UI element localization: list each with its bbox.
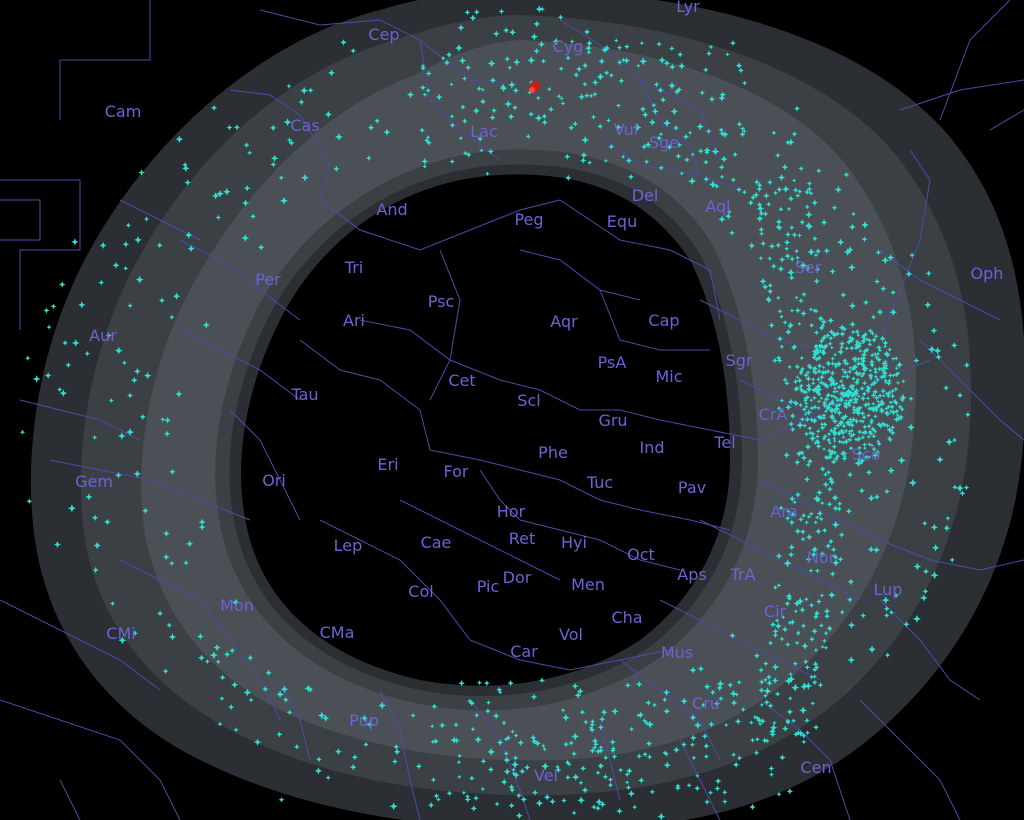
constellation-label-men[interactable]: Men — [571, 575, 605, 594]
constellation-label-lac[interactable]: Lac — [470, 122, 498, 141]
constellation-label-tau[interactable]: Tau — [290, 385, 318, 404]
constellation-label-cir[interactable]: Cir — [764, 602, 787, 621]
sky-map[interactable]: Lyr Cep Cyg Cam Cas Lac Vul Sge And Peg Equ Del Aql T… — [0, 0, 1024, 820]
constellation-label-cru[interactable]: Cru — [692, 694, 720, 713]
constellation-label-dor[interactable]: Dor — [503, 568, 532, 587]
constellation-label-sgr[interactable]: Sgr — [726, 351, 753, 370]
constellation-label-phe[interactable]: Phe — [538, 443, 568, 462]
constellation-label-lup[interactable]: Lup — [874, 580, 903, 599]
constellation-label-aur[interactable]: Aur — [89, 326, 117, 345]
constellation-label-cha[interactable]: Cha — [611, 608, 642, 627]
constellation-label-tuc[interactable]: Tuc — [586, 473, 613, 492]
constellation-label-peg[interactable]: Peg — [514, 210, 543, 229]
constellation-label-psc[interactable]: Psc — [428, 292, 455, 311]
constellation-label-tri[interactable]: Tri — [344, 258, 363, 277]
constellation-label-cae[interactable]: Cae — [421, 533, 452, 552]
constellation-label-aqr[interactable]: Aqr — [550, 312, 578, 331]
constellation-label-ari[interactable]: Ari — [343, 311, 365, 330]
constellation-label-car[interactable]: Car — [510, 642, 538, 661]
constellation-label-oph[interactable]: Oph — [971, 264, 1004, 283]
constellation-label-pic[interactable]: Pic — [477, 577, 500, 596]
constellation-label-tel[interactable]: Tel — [713, 433, 735, 452]
constellation-label-tra[interactable]: TrA — [730, 565, 756, 584]
constellation-label-lep[interactable]: Lep — [334, 536, 363, 555]
constellation-label-oct[interactable]: Oct — [627, 545, 655, 564]
constellation-label-vel[interactable]: Vel — [534, 766, 558, 785]
constellation-label-pav[interactable]: Pav — [678, 478, 706, 497]
constellation-label-cet[interactable]: Cet — [448, 371, 475, 390]
constellation-label-gem[interactable]: Gem — [75, 472, 113, 491]
constellation-label-for[interactable]: For — [444, 462, 469, 481]
constellation-label-equ[interactable]: Equ — [607, 212, 637, 231]
constellation-label-ind[interactable]: Ind — [639, 438, 664, 457]
constellation-label-ara[interactable]: Ara — [770, 502, 797, 521]
constellation-label-cyg[interactable]: Cyg — [553, 37, 584, 56]
constellation-label-psa[interactable]: PsA — [598, 353, 627, 372]
red-dot-icon — [529, 87, 535, 93]
constellation-label-cra[interactable]: CrA — [759, 405, 788, 424]
constellation-label-eri[interactable]: Eri — [377, 455, 398, 474]
constellation-label-sco[interactable]: Sco — [852, 445, 881, 464]
constellation-label-gru[interactable]: Gru — [598, 411, 627, 430]
constellation-label-cen[interactable]: Cen — [800, 758, 831, 777]
constellation-label-cam[interactable]: Cam — [105, 102, 142, 121]
constellation-label-col[interactable]: Col — [408, 582, 433, 601]
constellation-label-lyr[interactable]: Lyr — [676, 0, 700, 16]
constellation-label-vol[interactable]: Vol — [559, 625, 583, 644]
constellation-label-cmi[interactable]: CMi — [106, 624, 135, 643]
constellation-label-scl[interactable]: Scl — [517, 391, 540, 410]
constellation-label-hor[interactable]: Hor — [497, 502, 526, 521]
constellation-label-ori[interactable]: Ori — [262, 471, 286, 490]
constellation-label-nor[interactable]: Nor — [807, 548, 836, 567]
constellation-label-mus[interactable]: Mus — [661, 643, 693, 662]
constellation-label-pup[interactable]: Pup — [349, 711, 379, 730]
constellation-label-ret[interactable]: Ret — [509, 529, 536, 548]
constellation-label-ser[interactable]: Ser — [795, 258, 822, 277]
constellation-label-hyi[interactable]: Hyi — [561, 533, 587, 552]
constellation-label-vul[interactable]: Vul — [614, 120, 638, 139]
constellation-label-and[interactable]: And — [376, 200, 407, 219]
constellation-label-mic[interactable]: Mic — [655, 367, 682, 386]
constellation-label-per[interactable]: Per — [255, 270, 281, 289]
constellation-label-aps[interactable]: Aps — [677, 565, 706, 584]
constellation-label-cap[interactable]: Cap — [648, 311, 679, 330]
constellation-label-aql[interactable]: Aql — [705, 197, 730, 216]
constellation-label-sge[interactable]: Sge — [649, 133, 679, 152]
constellation-label-cma[interactable]: CMa — [320, 623, 355, 642]
constellation-label-del[interactable]: Del — [632, 186, 659, 205]
constellation-label-cas[interactable]: Cas — [290, 116, 319, 135]
constellation-label-mon[interactable]: Mon — [220, 596, 254, 615]
constellation-label-cep[interactable]: Cep — [368, 25, 399, 44]
